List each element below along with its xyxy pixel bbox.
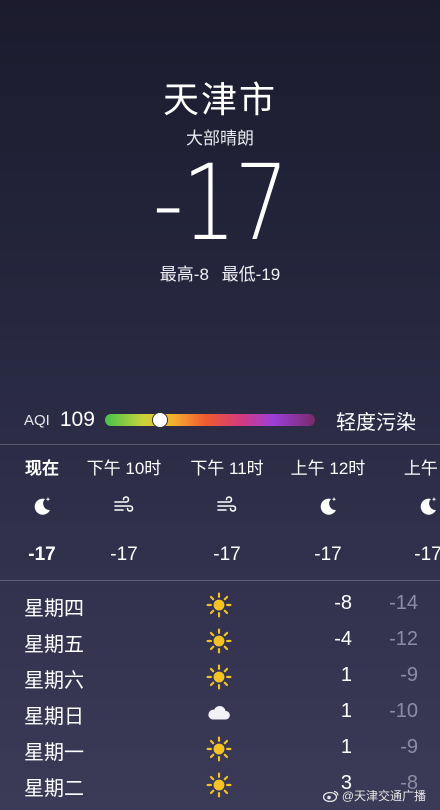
daily-row[interactable]: 星期四 -8 -14 — [0, 588, 440, 624]
day-high-temperature: 1 — [340, 700, 352, 722]
day-low-temperature: -9 — [400, 736, 418, 758]
wind-icon — [74, 494, 174, 524]
cloud-icon — [206, 700, 234, 728]
divider — [0, 580, 440, 581]
sun-icon — [206, 592, 234, 620]
hourly-temperature: -17 — [414, 544, 440, 565]
watermark: @天津交通广播 — [322, 787, 426, 804]
day-low-temperature: -14 — [389, 592, 418, 614]
sun-icon — [206, 628, 234, 656]
aqi-level-text: 轻度污染 — [336, 411, 416, 434]
sun-icon — [206, 664, 234, 692]
day-name: 星期二 — [24, 778, 84, 800]
day-name: 星期六 — [24, 670, 84, 692]
hourly-time: 下午 11时 — [190, 459, 264, 478]
aqi-indicator — [152, 412, 169, 428]
divider — [0, 444, 440, 445]
hourly-temperature: -17 — [314, 544, 342, 565]
daily-row[interactable]: 星期六 1 -9 — [0, 660, 440, 696]
moon-icon — [278, 494, 378, 524]
daily-row[interactable]: 星期五 -4 -12 — [0, 624, 440, 660]
hourly-time: 上午 12时 — [290, 459, 366, 478]
hourly-time: 下午 10时 — [86, 459, 162, 478]
day-low-temperature: -9 — [400, 664, 418, 686]
day-name: 星期日 — [24, 706, 84, 728]
hourly-temperature: -17 — [110, 544, 138, 565]
hourly-forecast[interactable]: 现在-17下午 10时 -17下午 11时 -17上午 12时-17上午 1-1… — [0, 446, 440, 580]
low-temperature: 最低-19 — [221, 265, 281, 284]
sun-icon — [206, 736, 234, 764]
moon-icon — [378, 494, 440, 524]
location-header: 天津市 大部晴朗 — [0, 78, 440, 149]
sun-icon — [206, 772, 234, 800]
watermark-text: @天津交通广播 — [341, 789, 426, 803]
high-temperature: 最高-8 — [159, 265, 209, 284]
day-high-temperature: 1 — [340, 736, 352, 758]
high-low: 最高-8 最低-19 — [0, 260, 440, 285]
aqi-scale-bar — [104, 412, 315, 428]
aqi-value: 109 — [59, 408, 95, 431]
day-high-temperature: -8 — [334, 592, 352, 614]
day-name: 星期一 — [24, 742, 84, 764]
daily-row[interactable]: 星期一 1 -9 — [0, 732, 440, 768]
day-name: 星期四 — [24, 598, 84, 620]
city-name: 天津市 — [162, 79, 277, 120]
wind-icon — [177, 494, 277, 524]
aqi-row[interactable]: AQI 109 轻度污染 — [24, 404, 416, 436]
day-high-temperature: 1 — [340, 664, 352, 686]
hourly-temperature: -17 — [213, 544, 241, 565]
daily-row[interactable]: 星期日 1 -10 — [0, 696, 440, 732]
aqi-label: AQI — [24, 411, 50, 429]
day-low-temperature: -10 — [389, 700, 418, 722]
day-high-temperature: -4 — [334, 628, 352, 650]
current-temperature: -17 — [152, 142, 289, 264]
weibo-icon — [322, 790, 339, 802]
day-name: 星期五 — [24, 634, 84, 656]
hourly-time: 上午 1 — [403, 459, 440, 478]
day-low-temperature: -12 — [389, 628, 418, 650]
